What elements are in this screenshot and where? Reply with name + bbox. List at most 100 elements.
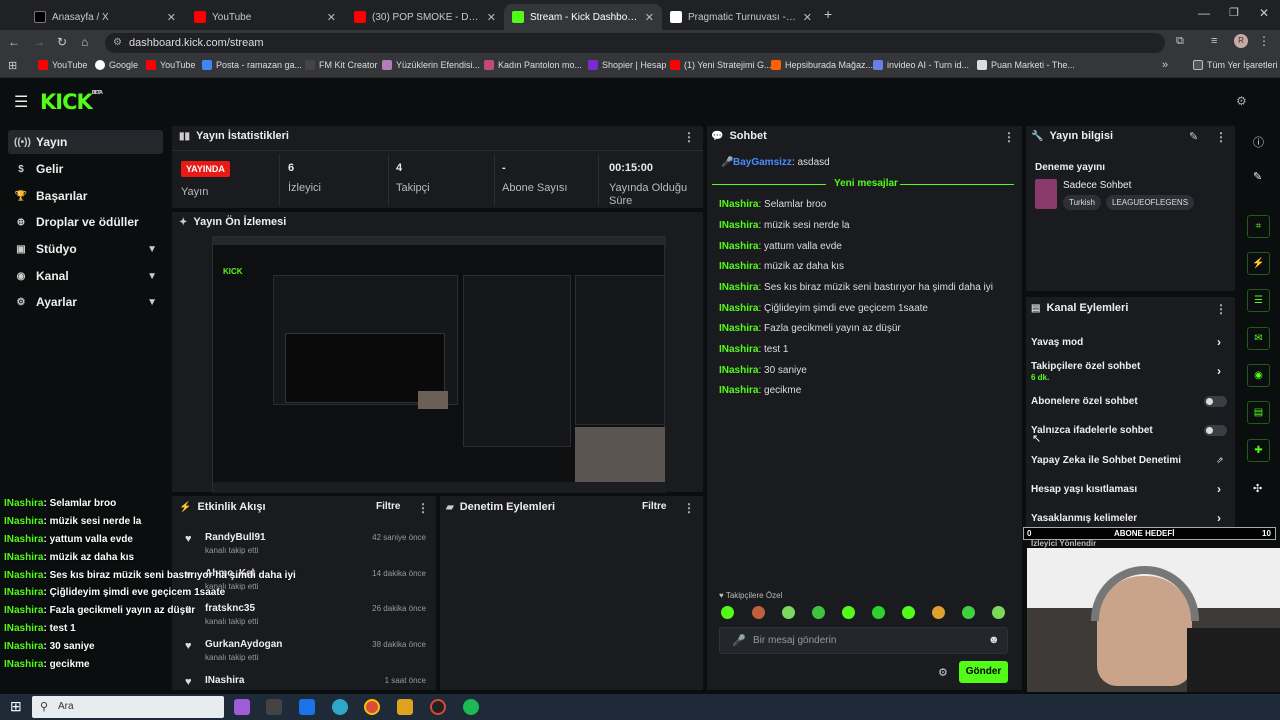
close-tab-icon[interactable]: ✕ (327, 11, 336, 24)
close-tab-icon[interactable]: ✕ (803, 11, 812, 24)
kick-logo[interactable]: KICKBETA (40, 90, 103, 114)
home-icon[interactable]: ⌂ (81, 35, 88, 49)
slow-mode-option[interactable]: Yavaş mod (1031, 337, 1083, 348)
sidebar-item-ayarlar[interactable]: ⚙ Ayarlar ▼ (8, 290, 163, 314)
activity-filter-button[interactable]: Filtre (376, 501, 400, 512)
more-options-icon[interactable]: ⋮ (1003, 130, 1015, 144)
all-bookmarks[interactable]: Tüm Yer İşaretleri (1193, 60, 1278, 70)
chevron-right-icon[interactable]: › (1217, 511, 1221, 525)
sidebar-item-kanal[interactable]: ◉ Kanal ▼ (8, 264, 163, 288)
bookmark[interactable]: Yüzüklerin Efendisi... (382, 60, 480, 70)
emote-icon[interactable] (992, 606, 1005, 619)
more-options-icon[interactable]: ⋮ (683, 501, 695, 515)
sidebar-item-yayin[interactable]: ((•)) Yayın (8, 130, 163, 154)
more-options-icon[interactable]: ⋮ (417, 501, 429, 515)
rail-crop-icon[interactable]: ⌗ (1247, 215, 1270, 238)
rail-wrench-icon[interactable]: ✚ (1247, 439, 1270, 462)
bookmark[interactable]: FM Kit Creator (305, 60, 378, 70)
downloads-icon[interactable]: ≡ (1211, 35, 1217, 47)
close-tab-icon[interactable]: ✕ (167, 11, 176, 24)
outlook-icon[interactable] (299, 699, 315, 715)
banned-words-option[interactable]: Yasaklanmış kelimeler (1031, 513, 1137, 524)
chrome-icon[interactable] (364, 699, 380, 715)
copilot-icon[interactable] (234, 699, 250, 715)
rail-chat-icon[interactable]: ✉ (1247, 327, 1270, 350)
moderation-filter-button[interactable]: Filtre (642, 501, 666, 512)
emote-icon[interactable] (902, 606, 915, 619)
emote-icon[interactable] (812, 606, 825, 619)
more-options-icon[interactable]: ⋮ (1215, 302, 1227, 316)
spotify-icon[interactable] (463, 699, 479, 715)
emote-icon[interactable] (872, 606, 885, 619)
activity-name[interactable]: GurkanAydogan (205, 639, 282, 650)
chevron-right-icon[interactable]: › (1217, 335, 1221, 349)
more-options-icon[interactable]: ⋮ (1215, 130, 1227, 144)
tag[interactable]: Turkish (1063, 195, 1101, 210)
bookmark[interactable]: Posta - ramazan ga... (202, 60, 302, 70)
bookmark[interactable]: Hepsiburada Mağaz... (771, 60, 873, 70)
activity-name[interactable]: RandyBull91 (205, 532, 266, 543)
bookmark[interactable]: Shopier | Hesap (588, 60, 666, 70)
settings-icon[interactable]: ⚙ (1236, 94, 1247, 108)
obs-icon[interactable] (430, 699, 446, 715)
gear-icon[interactable]: ⚙ (938, 666, 948, 679)
task-view-icon[interactable] (266, 699, 282, 715)
more-bookmarks-icon[interactable]: » (1162, 59, 1168, 71)
tag[interactable]: LEAGUEOFLEGENS (1106, 195, 1195, 210)
hamburger-menu-icon[interactable]: ☰ (14, 92, 28, 112)
browser-tab[interactable]: YouTube ✕ (186, 4, 344, 30)
ai-moderation-option[interactable]: Yapay Zeka ile Sohbet Denetimi (1031, 455, 1181, 466)
bookmark[interactable]: Puan Marketi - The... (977, 60, 1075, 70)
browser-tab[interactable]: Pragmatic Turnuvası - The Saku✕ (662, 4, 820, 30)
site-info-icon[interactable]: ⚙ (113, 37, 122, 48)
back-icon[interactable]: ← (8, 35, 20, 49)
taskbar-search-input[interactable]: ⚲ Ara (32, 696, 224, 718)
emote-icon[interactable] (752, 606, 765, 619)
apps-icon[interactable]: ✣ (1253, 482, 1262, 495)
subs-chat-toggle[interactable] (1204, 396, 1227, 407)
activity-name[interactable]: INashira (205, 675, 244, 686)
pencil-icon[interactable]: ✎ (1189, 130, 1198, 143)
more-options-icon[interactable]: ⋮ (683, 130, 695, 144)
bookmark[interactable]: invideo AI - Turn id... (873, 60, 969, 70)
bookmark[interactable]: Kadın Pantolon mo... (484, 60, 582, 70)
emote-icon[interactable] (842, 606, 855, 619)
sidebar-item-gelir[interactable]: $ Gelir (8, 157, 163, 181)
forward-icon[interactable]: → (33, 35, 45, 49)
rail-bolt-icon[interactable]: ⚡ (1247, 252, 1270, 275)
pencil-icon[interactable]: ✎ (1253, 170, 1262, 183)
browser-tab[interactable]: Anasayfa / X ✕ (26, 4, 184, 30)
bookmark[interactable]: YouTube (146, 60, 195, 70)
url-input[interactable]: dashboard.kick.com/stream (105, 33, 1165, 53)
emote-icon[interactable] (932, 606, 945, 619)
reload-icon[interactable]: ↻ (57, 35, 67, 49)
rail-list-icon[interactable]: ☰ (1247, 289, 1270, 312)
bookmark[interactable]: (1) Yeni Stratejimi G... (670, 60, 772, 70)
stream-preview-video[interactable]: KICK (212, 236, 666, 493)
app-icon[interactable] (397, 699, 413, 715)
windows-start-icon[interactable]: ⊞ (10, 698, 22, 715)
browser-tab-active[interactable]: Stream - Kick Dashboard ✕ (504, 4, 662, 30)
viewer-redirect-option[interactable]: İzleyici Yönlendir (1031, 539, 1096, 548)
maximize-icon[interactable]: ❐ (1229, 6, 1239, 19)
activity-name[interactable]: fratsknc35 (205, 603, 255, 614)
close-window-icon[interactable]: ✕ (1259, 6, 1269, 20)
avatar[interactable]: R (1234, 34, 1248, 48)
chevron-right-icon[interactable]: › (1217, 364, 1221, 378)
apps-icon[interactable]: ⊞ (8, 59, 17, 72)
emoji-icon[interactable]: ☻ (988, 634, 1000, 646)
bookmark[interactable]: Google (95, 60, 138, 70)
menu-icon[interactable]: ⋮ (1258, 34, 1270, 48)
followers-chat-option[interactable]: Takipçilere özel sohbet (1031, 361, 1140, 372)
edge-icon[interactable] (332, 699, 348, 715)
send-button[interactable]: Gönder (959, 661, 1008, 683)
emotes-chat-toggle[interactable] (1204, 425, 1227, 436)
bookmark[interactable]: YouTube (38, 60, 87, 70)
close-tab-icon[interactable]: ✕ (487, 11, 496, 24)
emote-icon[interactable] (962, 606, 975, 619)
browser-tab[interactable]: (30) POP SMOKE - DIOR (OFFIC✕ (346, 4, 504, 30)
rail-grid-icon[interactable]: ▤ (1247, 401, 1270, 424)
close-tab-icon[interactable]: ✕ (645, 11, 654, 24)
external-link-icon[interactable]: ⇗ (1216, 455, 1224, 466)
account-age-option[interactable]: Hesap yaşı kısıtlaması (1031, 484, 1137, 495)
